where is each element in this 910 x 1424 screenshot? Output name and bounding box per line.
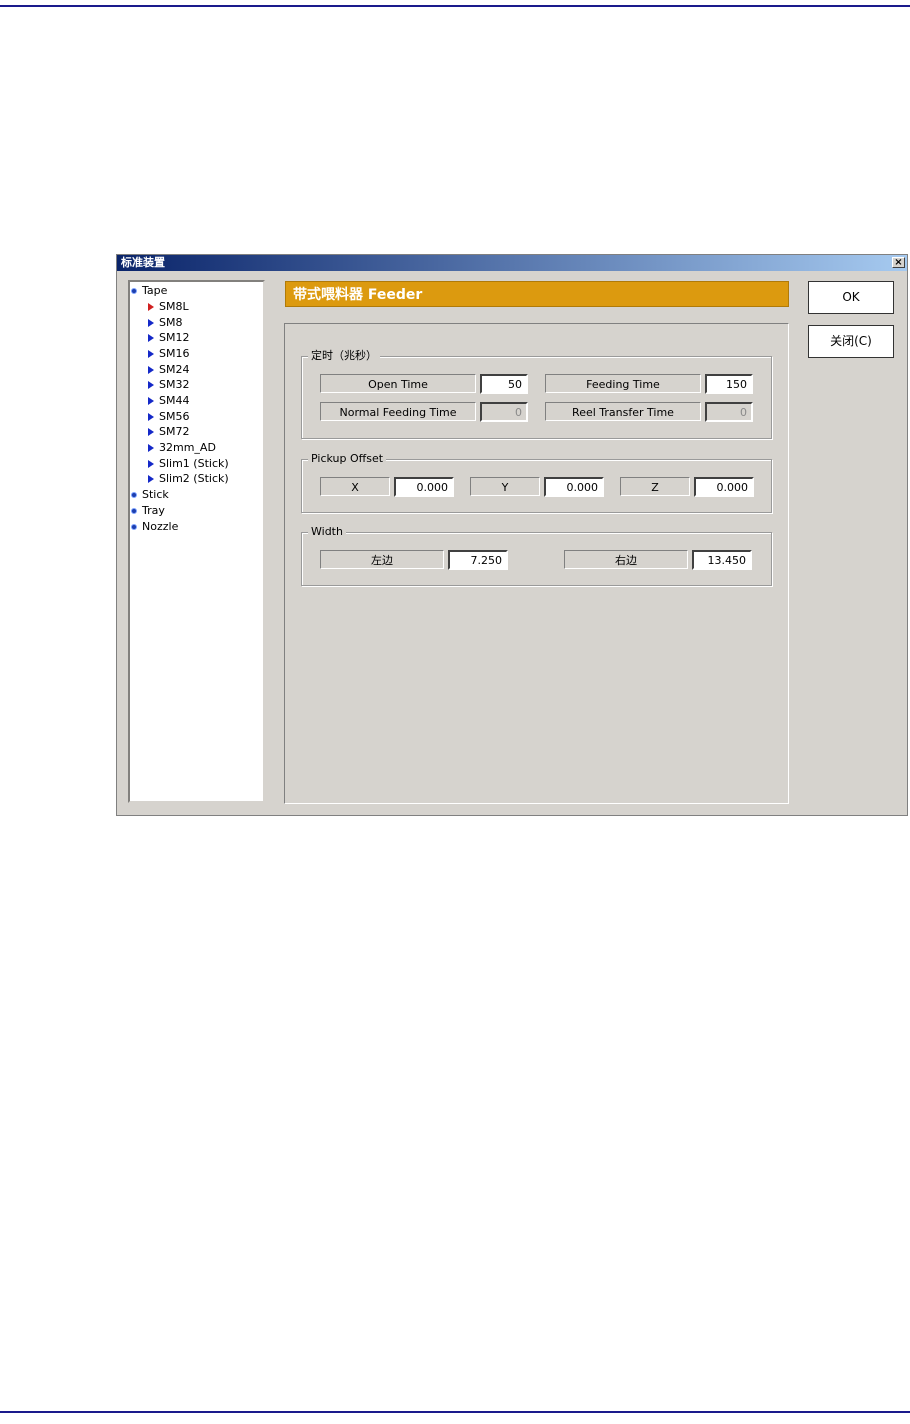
page-top-rule: [0, 5, 910, 7]
node-bullet-icon: [131, 288, 137, 294]
arrow-icon: [148, 366, 154, 374]
tree-item-stick[interactable]: Stick: [131, 487, 169, 502]
pickup-y-input[interactable]: 0.000: [544, 477, 604, 497]
tree-item-sm12[interactable]: SM12: [148, 330, 189, 345]
node-bullet-icon: [131, 508, 137, 514]
ok-button[interactable]: OK: [808, 281, 894, 314]
width-group-title: Width: [308, 526, 346, 538]
left-edge-input[interactable]: 7.250: [448, 550, 508, 570]
tree-item-tape[interactable]: Tape: [131, 283, 167, 298]
feeding-time-label: Feeding Time: [545, 374, 701, 393]
arrow-icon: [148, 319, 154, 327]
node-bullet-icon: [131, 492, 137, 498]
pickup-offset-group-title: Pickup Offset: [308, 453, 387, 465]
node-bullet-icon: [131, 524, 137, 530]
open-time-input[interactable]: 50: [480, 374, 528, 394]
standard-device-dialog: 标准装置 × Tape SM8L SM8 SM12 SM16 SM24 SM32…: [116, 254, 908, 816]
right-edge-input[interactable]: 13.450: [692, 550, 752, 570]
device-tree: Tape SM8L SM8 SM12 SM16 SM24 SM32 SM44 S…: [128, 280, 265, 803]
reel-transfer-time-label: Reel Transfer Time: [545, 402, 701, 421]
tree-item-sm44[interactable]: SM44: [148, 393, 189, 408]
arrow-icon: [148, 460, 154, 468]
pickup-z-input[interactable]: 0.000: [694, 477, 754, 497]
pickup-y-label: Y: [470, 477, 540, 496]
dialog-title: 标准装置: [121, 256, 165, 269]
pickup-x-input[interactable]: 0.000: [394, 477, 454, 497]
pickup-x-label: X: [320, 477, 390, 496]
left-edge-label: 左边: [320, 550, 444, 569]
arrow-icon: [148, 444, 154, 452]
arrow-icon: [148, 397, 154, 405]
page-bottom-rule: [0, 1411, 910, 1413]
close-icon[interactable]: ×: [892, 257, 905, 268]
tree-item-sm24[interactable]: SM24: [148, 362, 189, 377]
feeding-time-input[interactable]: 150: [705, 374, 753, 394]
tree-item-32mm-ad[interactable]: 32mm_AD: [148, 440, 216, 455]
tree-item-slim1-stick[interactable]: Slim1 (Stick): [148, 456, 229, 471]
selected-arrow-icon: [148, 303, 154, 311]
arrow-icon: [148, 334, 154, 342]
feeder-header: 带式喂料器 Feeder: [285, 281, 789, 307]
normal-feeding-time-input: 0: [480, 402, 528, 422]
arrow-icon: [148, 350, 154, 358]
right-edge-label: 右边: [564, 550, 688, 569]
timing-group: 定时（兆秒）: [301, 350, 772, 439]
reel-transfer-time-input: 0: [705, 402, 753, 422]
tree-item-sm32[interactable]: SM32: [148, 377, 189, 392]
close-button[interactable]: 关闭(C): [808, 325, 894, 358]
tree-item-nozzle[interactable]: Nozzle: [131, 519, 178, 534]
tree-item-sm16[interactable]: SM16: [148, 346, 189, 361]
tree-item-sm8[interactable]: SM8: [148, 315, 182, 330]
arrow-icon: [148, 475, 154, 483]
timing-group-title: 定时（兆秒）: [308, 350, 380, 362]
tree-item-sm56[interactable]: SM56: [148, 409, 189, 424]
normal-feeding-time-label: Normal Feeding Time: [320, 402, 476, 421]
arrow-icon: [148, 381, 154, 389]
title-bar: 标准装置 ×: [117, 255, 907, 271]
arrow-icon: [148, 413, 154, 421]
pickup-z-label: Z: [620, 477, 690, 496]
tree-item-sm72[interactable]: SM72: [148, 424, 189, 439]
tree-item-sm8l[interactable]: SM8L: [148, 299, 189, 314]
tree-item-slim2-stick[interactable]: Slim2 (Stick): [148, 471, 229, 486]
open-time-label: Open Time: [320, 374, 476, 393]
tree-item-tray[interactable]: Tray: [131, 503, 165, 518]
arrow-icon: [148, 428, 154, 436]
